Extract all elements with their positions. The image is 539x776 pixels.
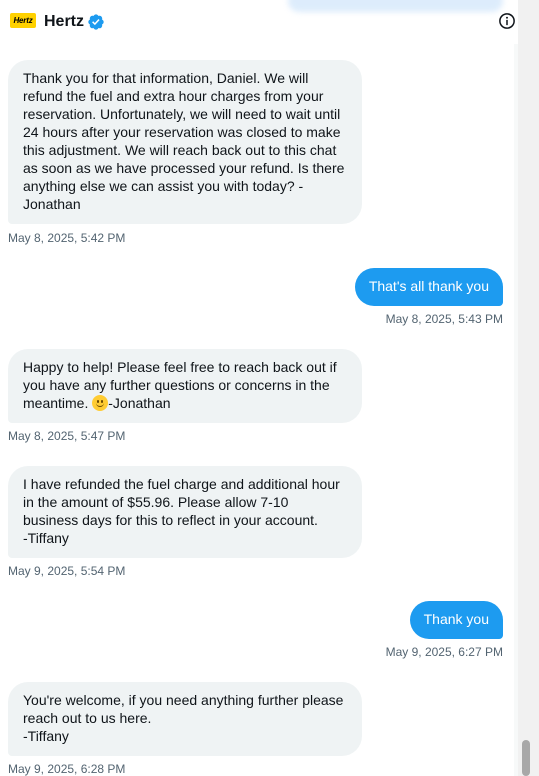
slightly-smiling-face-icon bbox=[92, 395, 109, 411]
message-bubble-outgoing[interactable]: That's all thank you bbox=[354, 268, 503, 306]
message-timestamp: May 9, 2025, 6:27 PM bbox=[385, 645, 503, 659]
message-bubble-incoming[interactable]: You're welcome, if you need anything fur… bbox=[8, 682, 362, 756]
info-icon[interactable] bbox=[498, 12, 516, 30]
faded-message-bubble bbox=[288, 0, 503, 12]
dm-conversation: Hertz Hertz Thank you for that informati… bbox=[0, 0, 539, 776]
message-bubble-incoming[interactable]: Happy to help! Please feel free to reach… bbox=[8, 349, 362, 423]
message-bubble-outgoing[interactable]: Thank you bbox=[409, 601, 503, 639]
scrollbar-thumb[interactable] bbox=[522, 740, 530, 776]
scrollbar-track[interactable] bbox=[518, 0, 539, 776]
hertz-logo[interactable]: Hertz bbox=[10, 13, 36, 28]
message-bubble-incoming[interactable]: Thank you for that information, Daniel. … bbox=[8, 60, 362, 224]
message-timestamp: May 8, 2025, 5:47 PM bbox=[8, 429, 126, 443]
message-timestamp: May 9, 2025, 6:28 PM bbox=[8, 762, 126, 776]
verified-badge-icon bbox=[88, 14, 104, 30]
message-signature: -Jonathan bbox=[108, 395, 171, 411]
conversation-header: Hertz Hertz bbox=[0, 0, 518, 44]
conversation-title[interactable]: Hertz bbox=[44, 12, 84, 32]
message-timestamp: May 8, 2025, 5:42 PM bbox=[8, 231, 126, 245]
message-bubble-incoming[interactable]: I have refunded the fuel charge and addi… bbox=[8, 466, 362, 558]
message-timestamp: May 8, 2025, 5:43 PM bbox=[385, 312, 503, 326]
message-text: Happy to help! Please feel free to reach… bbox=[23, 359, 341, 411]
message-timestamp: May 9, 2025, 5:54 PM bbox=[8, 564, 126, 578]
